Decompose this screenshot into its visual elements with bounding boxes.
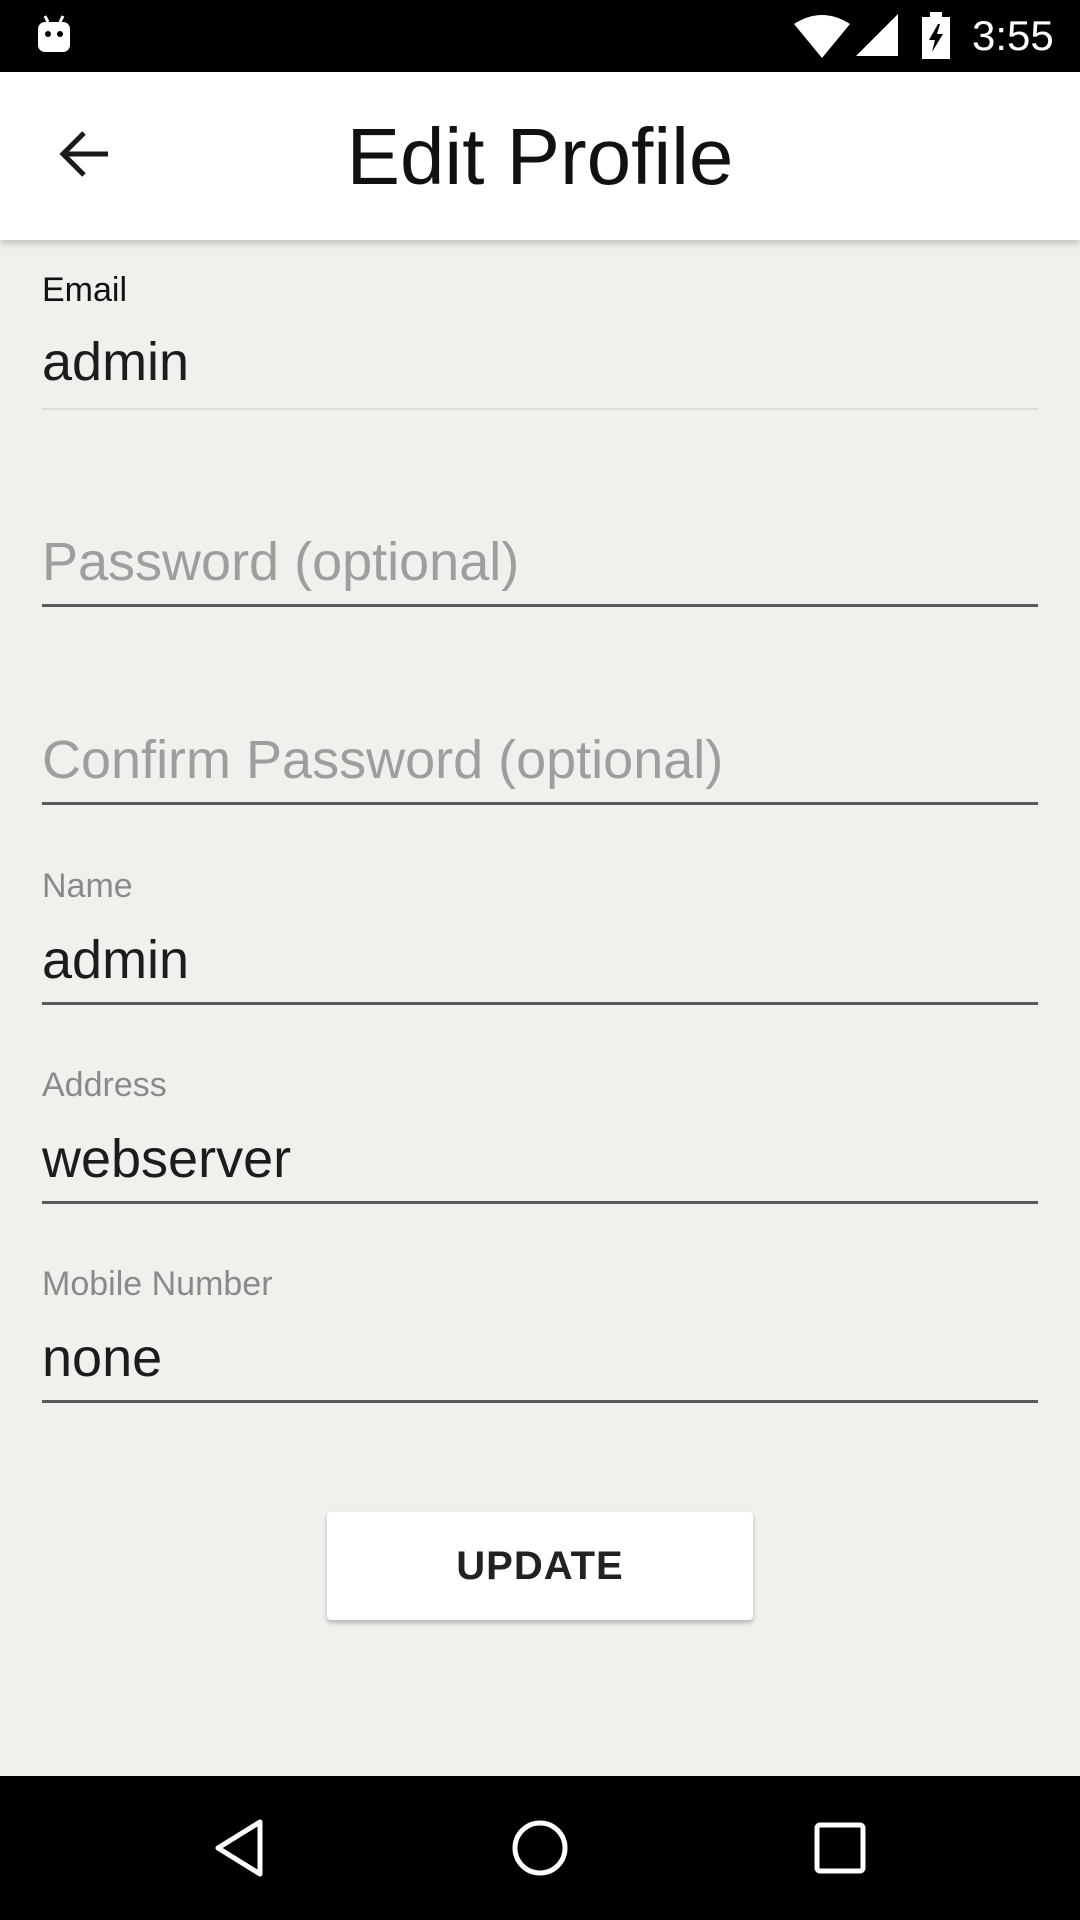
address-underline xyxy=(42,1201,1038,1204)
confirm-password-underline xyxy=(42,802,1038,805)
nav-home-icon[interactable] xyxy=(504,1812,576,1884)
mobile-field[interactable]: none xyxy=(42,1326,1038,1400)
mobile-field-group[interactable]: Mobile Number none xyxy=(42,1264,1038,1403)
email-field: admin xyxy=(42,332,190,392)
password-field[interactable]: Password (optional) xyxy=(42,530,1038,604)
password-field-group[interactable]: Password (optional) xyxy=(42,530,1038,607)
signal-icon xyxy=(856,14,898,56)
email-field-group: Email admin xyxy=(42,270,1038,410)
status-time: 3:55 xyxy=(972,12,1054,59)
name-underline xyxy=(42,1002,1038,1005)
email-underline xyxy=(42,408,1038,410)
battery-charging-icon xyxy=(920,12,952,60)
status-bar: 3:55 xyxy=(0,0,1080,72)
mobile-underline xyxy=(42,1400,1038,1403)
name-field[interactable]: admin xyxy=(42,928,1038,1002)
name-field-group[interactable]: Name admin xyxy=(42,866,1038,1005)
nav-recents-icon[interactable] xyxy=(804,1812,876,1884)
mobile-label: Mobile Number xyxy=(42,1265,273,1303)
confirm-password-field-group[interactable]: Confirm Password (optional) xyxy=(42,728,1038,805)
email-label: Email xyxy=(42,271,128,309)
update-button[interactable]: UPDATE xyxy=(327,1512,753,1620)
edit-profile-form: Email admin Password (optional) Confirm … xyxy=(0,240,1080,1776)
address-field[interactable]: webserver xyxy=(42,1127,1038,1201)
wifi-icon xyxy=(792,14,852,58)
app-bar: Edit Profile xyxy=(0,72,1080,240)
nav-back-icon[interactable] xyxy=(204,1812,276,1884)
confirm-password-field[interactable]: Confirm Password (optional) xyxy=(42,728,1038,802)
navigation-bar xyxy=(0,1776,1080,1920)
password-underline xyxy=(42,604,1038,607)
page-title: Edit Profile xyxy=(346,112,734,201)
name-label: Name xyxy=(42,867,133,905)
android-debug-icon xyxy=(36,14,72,54)
address-field-group[interactable]: Address webserver xyxy=(42,1065,1038,1204)
address-label: Address xyxy=(42,1066,167,1104)
